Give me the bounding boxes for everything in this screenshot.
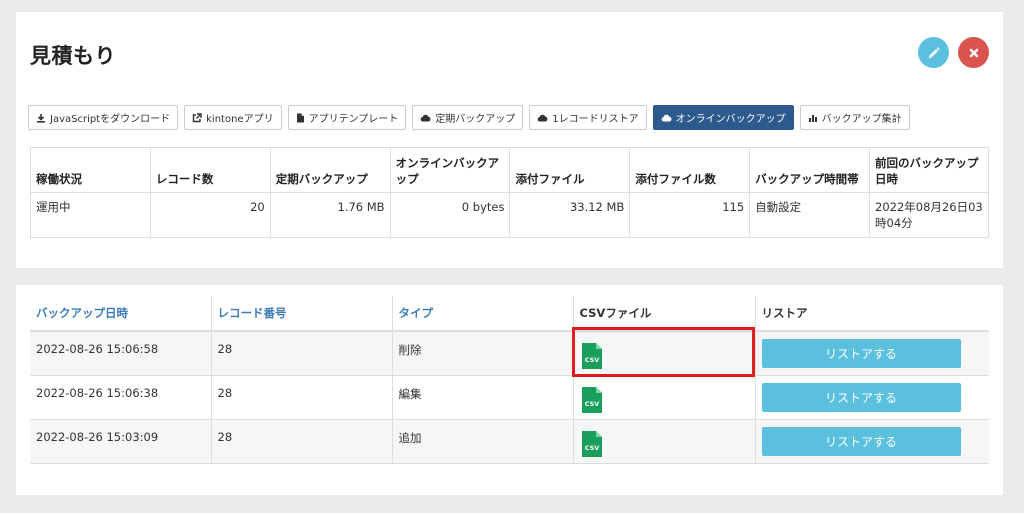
scheduled-backup-button[interactable]: 定期バックアップ <box>412 105 524 130</box>
kintone-app-button[interactable]: kintoneアプリ <box>184 105 282 130</box>
csv-file-header: CSVファイル <box>573 296 756 332</box>
history-header-row: バックアップ日時 レコード番号 タイプ CSVファイル リストア <box>30 296 989 332</box>
stats-row: 運用中 20 1.76 MB 0 bytes 33.12 MB 115 自動設定… <box>30 192 989 238</box>
app-template-label: アプリテンプレート <box>308 114 399 125</box>
restore-header: リストア <box>755 296 989 332</box>
csv-icon-text: CSV <box>584 356 599 364</box>
table-row: 2022-08-26 15:03:09 28 追加 CSV リストアする <box>30 418 989 464</box>
table-row: 2022-08-26 15:06:38 28 編集 CSV リストアする <box>30 374 989 419</box>
bar-chart-icon <box>808 114 817 122</box>
online-backup-size: 0 bytes <box>389 192 511 238</box>
edit-button[interactable] <box>918 37 949 68</box>
backup-history-card: バックアップ日時 レコード番号 タイプ CSVファイル リストア 2022-08… <box>16 285 1003 495</box>
table-row: 2022-08-26 15:06:58 28 削除 CSV リストアする <box>30 330 989 375</box>
csv-file-icon[interactable]: CSV <box>581 343 602 369</box>
csv-file-icon[interactable]: CSV <box>581 430 602 457</box>
scheduled-backup-size: 1.76 MB <box>269 192 391 238</box>
close-button[interactable] <box>958 37 989 68</box>
app-template-button[interactable]: アプリテンプレート <box>287 105 407 130</box>
toolbar: JavaScriptをダウンロード kintoneアプリ アプリテンプレート 定… <box>28 105 910 130</box>
close-icon <box>969 48 978 57</box>
backup-stats-table: 稼働状況 レコード数 定期バックアップ オンラインバックアップ 添付ファイル 添… <box>30 147 989 238</box>
online-backup-button[interactable]: オンラインバックアップ <box>652 105 794 130</box>
record-number: 28 <box>211 374 393 419</box>
stats-header-row: 稼働状況 レコード数 定期バックアップ オンラインバックアップ 添付ファイル 添… <box>30 147 989 193</box>
record-number: 28 <box>211 418 393 464</box>
app-summary-card: 見積もり JavaScriptをダウンロード kintoneアプリ アプリテンプ… <box>16 12 1003 268</box>
page-title: 見積もり <box>30 44 116 68</box>
online-backup-label: オンラインバックアップ <box>675 114 786 125</box>
backup-time-slot: 自動設定 <box>749 192 871 238</box>
sort-record-number-header[interactable]: レコード番号 <box>211 296 393 332</box>
stats-header: 稼働状況 <box>30 147 151 193</box>
backup-type: 削除 <box>392 330 574 375</box>
stats-header: バックアップ時間帯 <box>749 147 871 193</box>
one-record-restore-label: 1レコードリストア <box>552 114 639 125</box>
download-icon <box>37 113 45 123</box>
stats-header: オンラインバックアップ <box>389 147 511 193</box>
csv-file-icon[interactable]: CSV <box>581 386 602 413</box>
operation-status: 運用中 <box>30 192 151 238</box>
download-javascript-button[interactable]: JavaScriptをダウンロード <box>28 105 179 130</box>
cloud-icon <box>538 114 548 121</box>
attachment-count: 115 <box>629 192 751 238</box>
stats-header: 定期バックアップ <box>269 147 391 193</box>
backup-type: 追加 <box>392 418 574 464</box>
sort-backup-datetime-header[interactable]: バックアップ日時 <box>30 296 212 332</box>
record-number: 28 <box>211 330 393 375</box>
cloud-icon <box>421 114 431 121</box>
csv-icon-text: CSV <box>584 444 599 452</box>
attachment-size: 33.12 MB <box>509 192 631 238</box>
restore-button[interactable]: リストアする <box>761 382 961 412</box>
backup-history-table: バックアップ日時 レコード番号 タイプ CSVファイル リストア 2022-08… <box>30 296 989 464</box>
pencil-icon <box>928 46 940 58</box>
cloud-icon <box>661 114 672 121</box>
external-link-icon <box>192 112 202 122</box>
backup-summary-label: バックアップ集計 <box>821 114 902 125</box>
backup-type: 編集 <box>392 374 574 419</box>
last-backup-datetime: 2022年08月26日03時04分 <box>869 192 989 238</box>
restore-button[interactable]: リストアする <box>761 426 961 456</box>
download-javascript-label: JavaScriptをダウンロード <box>50 114 171 125</box>
stats-header: 添付ファイル <box>509 147 631 193</box>
record-count: 20 <box>149 192 271 238</box>
stats-header: レコード数 <box>149 147 271 193</box>
restore-button[interactable]: リストアする <box>761 339 961 368</box>
backup-datetime: 2022-08-26 15:06:58 <box>30 330 212 375</box>
stats-header: 添付ファイル数 <box>629 147 751 193</box>
csv-icon-text: CSV <box>584 400 599 408</box>
one-record-restore-button[interactable]: 1レコードリストア <box>529 105 647 130</box>
backup-datetime: 2022-08-26 15:03:09 <box>30 418 212 464</box>
scheduled-backup-label: 定期バックアップ <box>435 114 516 125</box>
backup-summary-button[interactable]: バックアップ集計 <box>799 105 910 130</box>
backup-datetime: 2022-08-26 15:06:38 <box>30 374 212 419</box>
kintone-app-label: kintoneアプリ <box>206 114 274 125</box>
stats-header: 前回のバックアップ日時 <box>869 147 989 193</box>
file-icon <box>296 113 304 122</box>
sort-type-header[interactable]: タイプ <box>392 296 574 332</box>
